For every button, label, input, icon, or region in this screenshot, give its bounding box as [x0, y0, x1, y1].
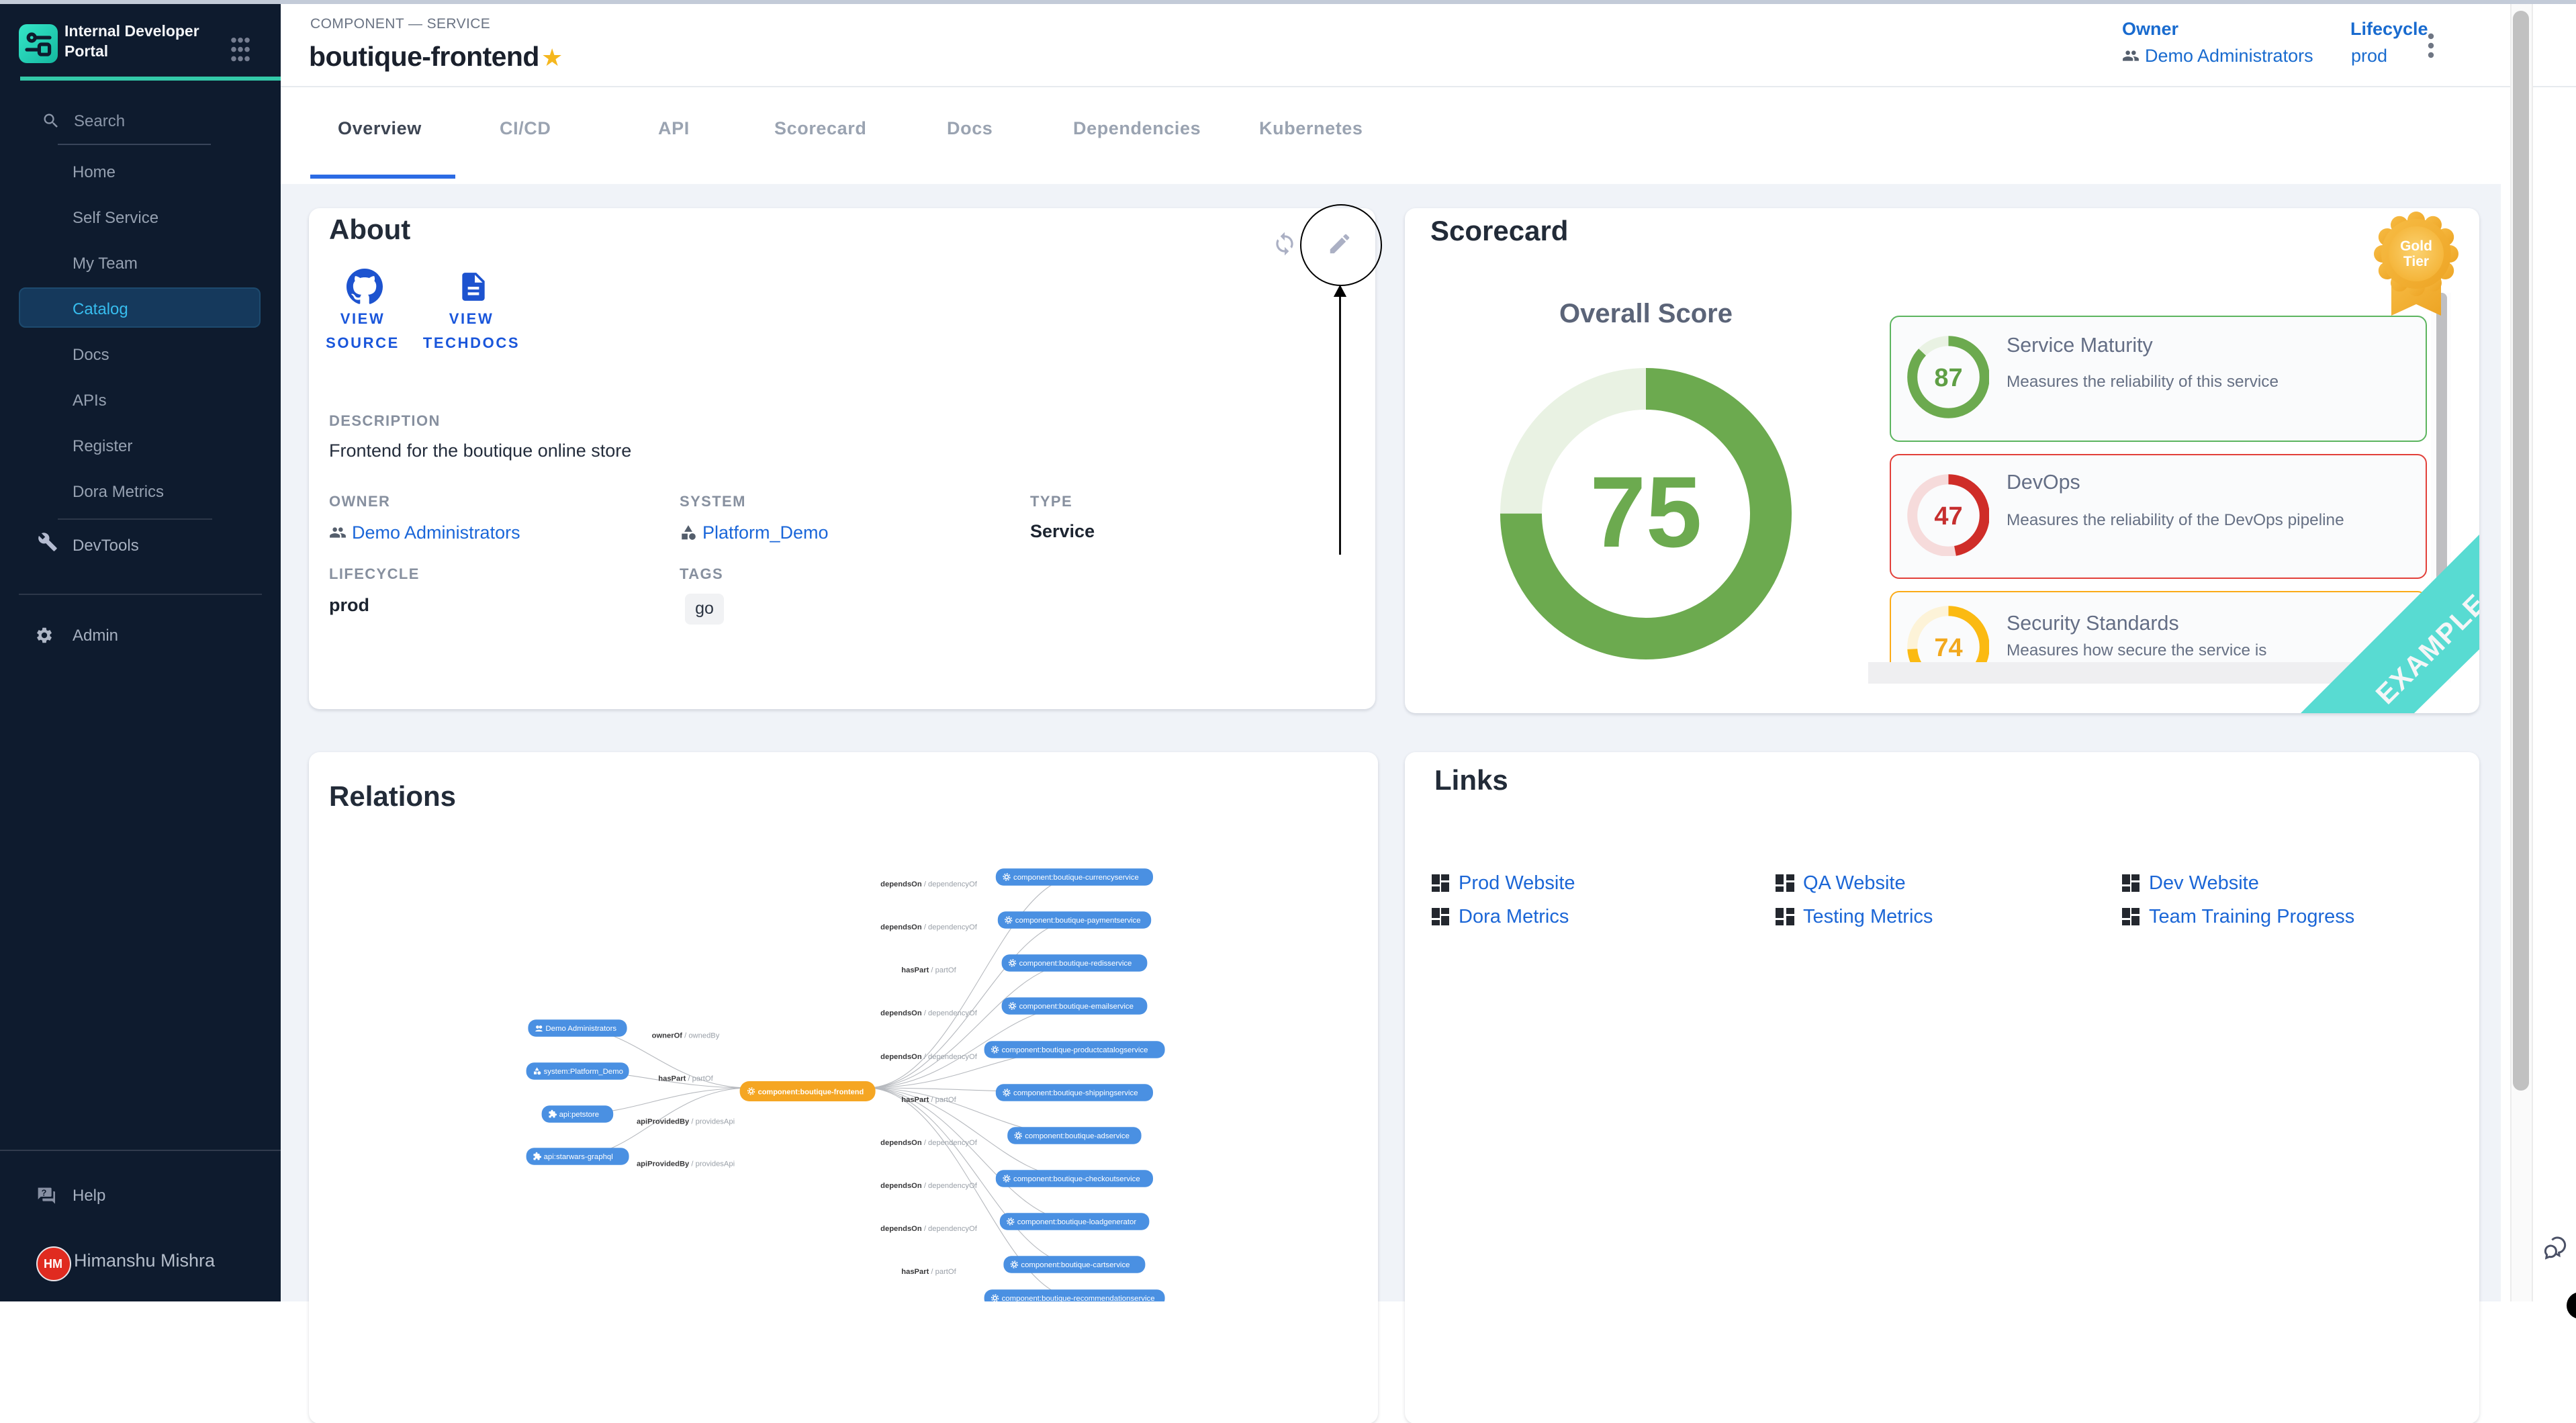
svg-text:component:boutique-checkoutser: component:boutique-checkoutservice	[1013, 1175, 1140, 1183]
svg-text:component:boutique-redisservic: component:boutique-redisservice	[1019, 959, 1132, 967]
svg-text:dependsOn / dependencyOf: dependsOn / dependencyOf	[880, 1224, 978, 1232]
svg-text:component:boutique-paymentserv: component:boutique-paymentservice	[1015, 916, 1141, 924]
svg-text:component:boutique-productcata: component:boutique-productcatalogservice	[1002, 1046, 1148, 1054]
svg-text:ownerOf / ownedBy: ownerOf / ownedBy	[652, 1031, 720, 1039]
svg-text:component:boutique-currencyser: component:boutique-currencyservice	[1013, 873, 1139, 881]
svg-text:api:starwars-graphql: api:starwars-graphql	[544, 1152, 613, 1160]
svg-text:Gold: Gold	[2400, 238, 2432, 253]
svg-text:hasPart / partOf: hasPart / partOf	[901, 1267, 956, 1275]
svg-text:dependsOn / dependencyOf: dependsOn / dependencyOf	[880, 1181, 978, 1189]
svg-text:apiProvidedBy / providesApi: apiProvidedBy / providesApi	[637, 1117, 735, 1125]
svg-text:api:petstore: api:petstore	[559, 1110, 600, 1118]
svg-text:system:Platform_Demo: system:Platform_Demo	[544, 1067, 623, 1075]
svg-text:component:boutique-adservice: component:boutique-adservice	[1025, 1132, 1130, 1140]
svg-text:hasPart / partOf: hasPart / partOf	[658, 1074, 713, 1082]
svg-text:component:boutique-frontend: component:boutique-frontend	[758, 1087, 864, 1095]
svg-text:?: ?	[42, 1188, 47, 1197]
svg-text:hasPart / partOf: hasPart / partOf	[901, 1095, 956, 1103]
svg-text:component:boutique-shippingser: component:boutique-shippingservice	[1013, 1089, 1138, 1097]
svg-text:Demo Administrators: Demo Administrators	[545, 1024, 616, 1032]
svg-text:component:boutique-cartservice: component:boutique-cartservice	[1021, 1260, 1130, 1269]
svg-text:component:boutique-emailservic: component:boutique-emailservice	[1019, 1002, 1134, 1010]
svg-text:dependsOn / dependencyOf: dependsOn / dependencyOf	[880, 1052, 978, 1060]
svg-text:component:boutique-recommendat: component:boutique-recommendationservice	[1002, 1294, 1155, 1301]
svg-text:component:boutique-loadgenerat: component:boutique-loadgenerator	[1017, 1218, 1137, 1226]
svg-text:hasPart / partOf: hasPart / partOf	[901, 966, 956, 974]
svg-text:dependsOn / dependencyOf: dependsOn / dependencyOf	[880, 1009, 978, 1017]
svg-text:dependsOn / dependencyOf: dependsOn / dependencyOf	[880, 880, 978, 888]
svg-text:dependsOn / dependencyOf: dependsOn / dependencyOf	[880, 923, 978, 931]
svg-text:dependsOn / dependencyOf: dependsOn / dependencyOf	[880, 1138, 978, 1146]
svg-text:apiProvidedBy / providesApi: apiProvidedBy / providesApi	[637, 1159, 735, 1167]
svg-text:Tier: Tier	[2403, 253, 2429, 269]
